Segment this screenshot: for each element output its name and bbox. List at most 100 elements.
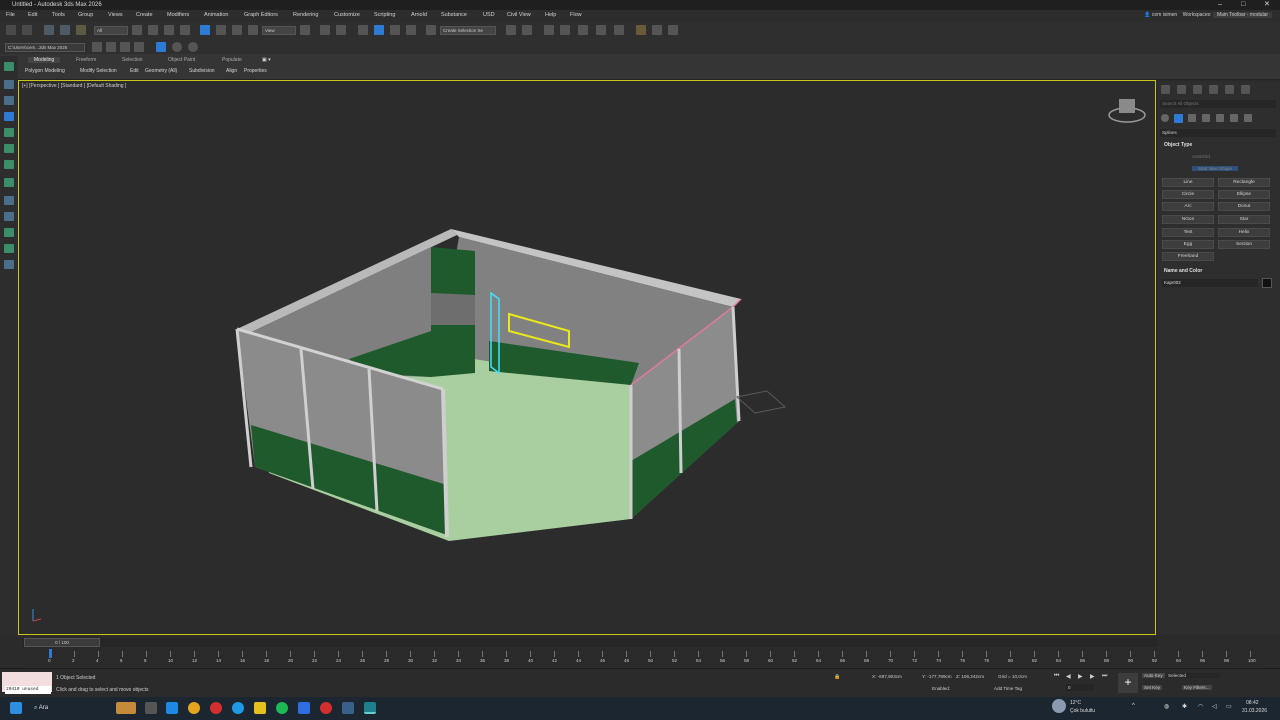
network-icon[interactable]: ◍	[1164, 703, 1169, 710]
wifi-icon[interactable]: ◠	[1198, 703, 1203, 710]
menu-help[interactable]: Help	[545, 12, 556, 18]
project-icon[interactable]	[120, 42, 130, 52]
render-production-icon[interactable]	[668, 25, 678, 35]
category-dropdown[interactable]: Splines	[1160, 129, 1276, 137]
helpers-icon[interactable]	[1216, 114, 1224, 122]
opera-icon[interactable]	[210, 702, 222, 714]
viewport-perspective[interactable]: [+] [Perspective ] [Standard ] [Default …	[18, 80, 1156, 635]
systems-icon[interactable]	[1244, 114, 1252, 122]
go-to-end-icon[interactable]: ⏭	[1102, 673, 1107, 680]
select-manipulate-icon[interactable]	[320, 25, 330, 35]
add-key-icon[interactable]: +	[1118, 673, 1138, 693]
chrome-icon[interactable]	[188, 702, 200, 714]
auto-key-button[interactable]: Auto Key	[1142, 673, 1165, 678]
menu-rendering[interactable]: Rendering	[293, 12, 318, 18]
shapes-icon[interactable]	[1174, 114, 1183, 123]
ngon-button[interactable]: NGon	[1162, 215, 1214, 224]
z-coord-field[interactable]: Z: 106,242cm	[956, 674, 984, 679]
object-name-field[interactable]: Kapı002	[1162, 279, 1258, 287]
ribbon-modify-selection[interactable]: Modify Selection	[80, 68, 117, 74]
next-frame-icon[interactable]: ▶	[1090, 673, 1095, 680]
scene-canvas[interactable]	[19, 81, 1155, 634]
taskbar-search[interactable]: ⌕ Ara	[30, 701, 110, 715]
add-time-tag[interactable]: Add Time Tag	[994, 686, 1022, 691]
settings-app-icon[interactable]	[320, 702, 332, 714]
menu-create[interactable]: Create	[136, 12, 153, 18]
open-icon[interactable]	[92, 42, 102, 52]
clock-time[interactable]: 08:42	[1246, 700, 1259, 706]
autogrid-checkbox[interactable]: AutoGrid	[1192, 154, 1210, 159]
menu-substance[interactable]: Substance	[441, 12, 467, 18]
lights-icon[interactable]	[1188, 114, 1196, 122]
render-setup-icon[interactable]	[636, 25, 646, 35]
lock-icon[interactable]: 🔒	[834, 674, 840, 680]
freeform-icon[interactable]	[4, 178, 14, 187]
viewport-layout-icon[interactable]	[156, 42, 166, 52]
region-select-icon[interactable]	[164, 25, 174, 35]
egg-button[interactable]: Egg	[1162, 240, 1214, 249]
windows-start-icon[interactable]	[10, 702, 22, 714]
tab-populate[interactable]: Populate	[222, 57, 242, 63]
time-slider[interactable]: 0 / 100	[22, 638, 1157, 647]
user-icon[interactable]: 👤	[1144, 12, 1150, 18]
display-tab-icon[interactable]	[1225, 85, 1234, 94]
layer-icon[interactable]	[4, 96, 14, 105]
percent-snap-icon[interactable]	[390, 25, 400, 35]
prev-frame-icon[interactable]: ◀	[1066, 673, 1071, 680]
material-editor-icon[interactable]	[614, 25, 624, 35]
create-icon[interactable]	[4, 62, 14, 71]
edge-icon[interactable]	[232, 702, 244, 714]
ribbon-edit[interactable]: Edit	[130, 68, 139, 74]
play-icon[interactable]: ▶	[1078, 673, 1083, 680]
app-icon[interactable]	[298, 702, 310, 714]
folder-icon[interactable]	[134, 42, 144, 52]
bind-space-warp-icon[interactable]	[76, 25, 86, 35]
object-type-header[interactable]: Object Type	[1164, 142, 1192, 148]
particle-icon[interactable]	[4, 260, 14, 269]
select-object-icon[interactable]	[132, 25, 142, 35]
ribbon-align[interactable]: Align	[226, 68, 237, 74]
maxscript-listener[interactable]: 20410 unused	[2, 672, 52, 694]
workspace-dropdown[interactable]: Main Toolbar - modular	[1212, 12, 1272, 18]
ribbon-options-icon[interactable]: ▣ ▾	[262, 57, 271, 63]
tab-freeform[interactable]: Freeform	[76, 57, 96, 63]
scale-icon[interactable]	[232, 25, 242, 35]
project-path-field[interactable]: C:\Users\cem...3ds Max 2026	[5, 43, 85, 52]
scene-explorer-icon[interactable]	[544, 25, 554, 35]
paint-icon[interactable]	[4, 128, 14, 137]
ribbon-properties[interactable]: Properties	[244, 68, 267, 74]
name-color-header[interactable]: Name and Color	[1164, 268, 1202, 274]
geometry-icon[interactable]	[1161, 114, 1169, 122]
arc-button[interactable]: Arc	[1162, 202, 1214, 211]
snaps-toggle-icon[interactable]	[358, 25, 368, 35]
curve-editor-icon[interactable]	[578, 25, 588, 35]
utilities-tab-icon[interactable]	[1241, 85, 1250, 94]
ribbon-subdivision[interactable]: Subdivision	[189, 68, 215, 74]
volume-icon[interactable]: ◁	[1212, 703, 1217, 710]
selection-filter-dropdown[interactable]: All	[94, 26, 128, 35]
section-button[interactable]: Section	[1218, 240, 1270, 249]
start-new-shape-checkbox[interactable]: Start New Shape	[1192, 166, 1239, 171]
keyboard-shortcut-icon[interactable]	[336, 25, 346, 35]
tab-object-paint[interactable]: Object Paint	[168, 57, 195, 63]
save-icon[interactable]	[106, 42, 116, 52]
container-icon[interactable]	[4, 196, 14, 205]
cameras-icon[interactable]	[1202, 114, 1210, 122]
menu-animation[interactable]: Animation	[204, 12, 228, 18]
align-icon[interactable]	[522, 25, 532, 35]
widgets-icon[interactable]	[116, 702, 136, 714]
spinner-snap-icon[interactable]	[406, 25, 416, 35]
menu-arnold[interactable]: Arnold	[411, 12, 427, 18]
ribbon-geometry-all[interactable]: Geometry (All)	[145, 68, 177, 74]
select-icon[interactable]	[4, 112, 14, 121]
mirror-icon[interactable]	[506, 25, 516, 35]
x-coord-field[interactable]: X: -697,903cm	[872, 674, 902, 679]
donut-button[interactable]: Donut	[1218, 202, 1270, 211]
weather-icon[interactable]	[1052, 699, 1066, 713]
ellipse-button[interactable]: Ellipse	[1218, 190, 1270, 199]
3dsmax-icon[interactable]	[364, 702, 376, 714]
create-tab-icon[interactable]	[1161, 85, 1170, 94]
search-objects-field[interactable]: Search All Objects	[1160, 100, 1276, 108]
star-button[interactable]: Star	[1218, 215, 1270, 224]
selection-set-dropdown[interactable]: Create Selection Se	[440, 26, 496, 35]
